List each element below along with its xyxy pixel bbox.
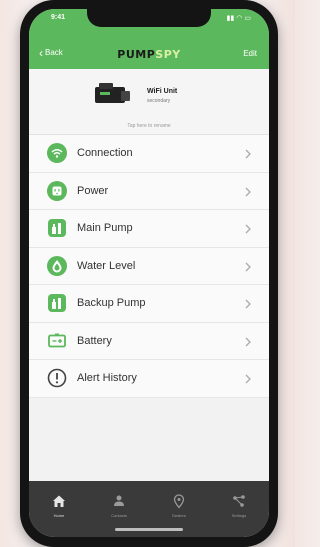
water-drop-icon [47,255,67,276]
menu-item-main-pump[interactable]: Main Pump [29,210,269,248]
chevron-right-icon [241,184,255,200]
settings-menu: Connection Power Main Pump Water Level B… [29,135,269,398]
location-icon [173,494,185,509]
chevron-right-icon [241,259,255,275]
menu-item-backup-pump[interactable]: Backup Pump [29,285,269,323]
battery-icon: ▭ [244,15,251,22]
tab-label: Dealers [172,513,186,518]
menu-item-label: Water Level [77,259,136,272]
tab-label: Contacts [111,513,127,518]
tab-label: Home [53,513,65,518]
tab-dealers[interactable]: Dealers [156,493,202,518]
contacts-icon [114,495,124,506]
chevron-right-icon [241,371,255,387]
logo-text-spy: SPY [155,48,181,61]
menu-item-label: Power [77,184,109,197]
menu-item-water-level[interactable]: Water Level [29,248,269,285]
chevron-left-icon: ‹ [39,45,43,60]
wifi-icon [47,143,67,164]
device-card: WiFi Unit secondary Tap here to rename [29,69,269,135]
tab-home[interactable]: Home [36,493,82,518]
phone-frame: 9:41 ▮▮ ◠ ▭ ‹ Back PUMPSPY Edit WiFi Uni… [20,0,278,547]
back-button[interactable]: ‹ Back [39,45,63,60]
menu-item-label: Connection [77,147,133,160]
menu-item-label: Main Pump [77,222,133,235]
chevron-right-icon [241,334,255,350]
home-indicator [115,528,183,531]
home-icon [53,495,65,507]
alert-icon [47,368,67,388]
device-name: WiFi Unit [147,88,178,95]
pump-icon [47,293,67,313]
outlet-icon [47,180,67,201]
edit-button[interactable]: Edit [243,49,257,58]
status-time: 9:41 [51,14,66,21]
tab-label: Settings [231,513,247,518]
menu-item-battery[interactable]: Battery [29,323,269,360]
app-screen: 9:41 ▮▮ ◠ ▭ ‹ Back PUMPSPY Edit WiFi Uni… [29,9,269,537]
share-icon [233,495,245,507]
logo-text-pump: PUMP [117,48,156,61]
wifi-icon: ◠ [236,15,243,22]
bottom-tab-bar: Home Contacts Dealers Settings [29,481,269,537]
chevron-right-icon [241,221,255,237]
wifi-unit-device-image [95,83,130,103]
chevron-right-icon [241,146,255,162]
notch [87,9,211,27]
menu-item-alert-history[interactable]: Alert History [29,360,269,398]
menu-item-label: Battery [77,334,112,347]
menu-item-power[interactable]: Power [29,173,269,210]
menu-item-label: Alert History [77,372,137,385]
rename-link[interactable]: Tap here to rename [29,123,269,129]
battery-icon [47,331,67,351]
tab-settings[interactable]: Settings [216,493,262,518]
pumpspy-logo: PUMPSPY [101,48,197,61]
menu-item-connection[interactable]: Connection [29,135,269,173]
status-icons: ▮▮ ◠ ▭ [227,14,251,22]
menu-item-label: Backup Pump [77,297,146,310]
tab-contacts[interactable]: Contacts [96,493,142,518]
pump-icon [47,218,67,238]
chevron-right-icon [241,296,255,312]
back-label: Back [45,48,63,57]
signal-icon: ▮▮ [226,15,235,22]
device-subtitle: secondary [147,98,171,104]
